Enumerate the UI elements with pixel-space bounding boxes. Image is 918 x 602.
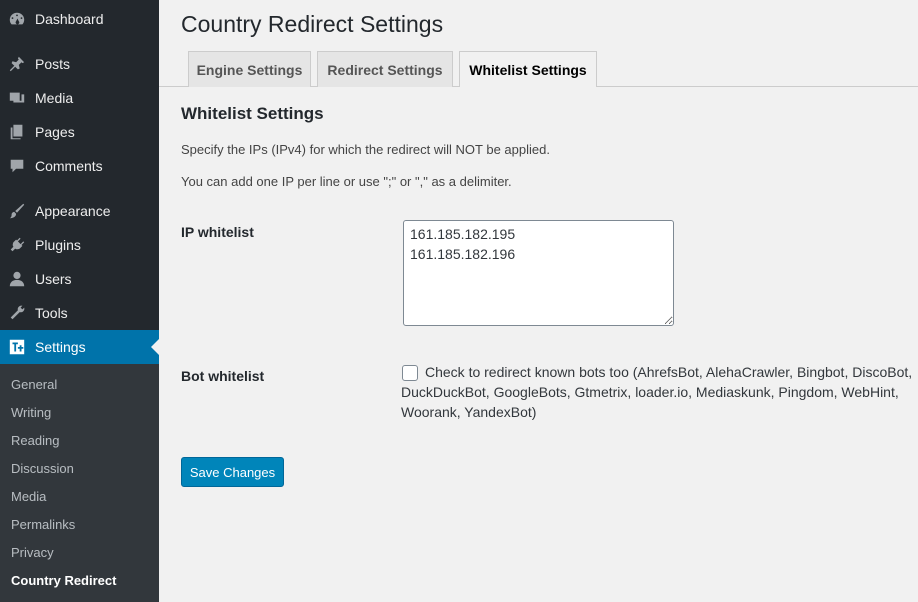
sidebar-item-plugins[interactable]: Plugins [0, 228, 159, 262]
sidebar-item-label: Dashboard [35, 11, 104, 27]
sidebar-item-dashboard[interactable]: Dashboard [0, 2, 159, 36]
submenu-item-reading[interactable]: Reading [11, 433, 59, 448]
submenu-item-writing[interactable]: Writing [11, 405, 51, 420]
sidebar-item-label: Appearance [35, 203, 111, 219]
submenu-item-country-redirect[interactable]: Country Redirect [11, 573, 116, 588]
media-icon [8, 89, 26, 107]
brush-icon [8, 202, 26, 220]
sidebar-item-comments[interactable]: Comments [0, 149, 159, 183]
bot-whitelist-checkbox-label[interactable]: Check to redirect known bots too (Ahrefs… [401, 362, 917, 422]
wrench-icon [8, 304, 26, 322]
sidebar-item-posts[interactable]: Posts [0, 47, 159, 81]
sidebar-item-tools[interactable]: Tools [0, 296, 159, 330]
admin-sidebar: Dashboard Posts Media Pages Comments App… [0, 0, 159, 602]
sidebar-item-label: Posts [35, 56, 71, 72]
plug-icon [8, 236, 26, 254]
sidebar-item-media[interactable]: Media [0, 81, 159, 115]
sidebar-item-label: Settings [35, 339, 86, 355]
tab-redirect-settings[interactable]: Redirect Settings [317, 51, 453, 87]
dashboard-icon [8, 10, 26, 28]
tab-engine-settings[interactable]: Engine Settings [188, 51, 311, 87]
sidebar-item-label: Users [35, 271, 72, 287]
save-changes-button[interactable]: Save Changes [181, 457, 284, 487]
sidebar-item-label: Tools [35, 305, 68, 321]
page-title: Country Redirect Settings [181, 11, 444, 37]
settings-icon [8, 338, 26, 356]
sidebar-item-label: Pages [35, 124, 75, 140]
sidebar-item-users[interactable]: Users [0, 262, 159, 296]
sidebar-item-settings[interactable]: Settings [0, 330, 159, 364]
sidebar-item-pages[interactable]: Pages [0, 115, 159, 149]
submenu-item-permalinks[interactable]: Permalinks [11, 517, 75, 532]
settings-submenu: General Writing Reading Discussion Media… [0, 364, 159, 602]
submenu-item-privacy[interactable]: Privacy [11, 545, 54, 560]
description-delimiter: You can add one IP per line or use ";" o… [181, 174, 512, 189]
tab-whitelist-settings[interactable]: Whitelist Settings [459, 51, 597, 87]
comment-icon [8, 157, 26, 175]
submenu-item-media[interactable]: Media [11, 489, 46, 504]
ip-whitelist-label: IP whitelist [181, 224, 254, 240]
submenu-item-general[interactable]: General [11, 377, 57, 392]
pin-icon [8, 55, 26, 73]
ip-whitelist-textarea[interactable]: 161.185.182.195 161.185.182.196 [403, 220, 674, 326]
pages-icon [8, 123, 26, 141]
sidebar-item-label: Media [35, 90, 74, 106]
section-heading: Whitelist Settings [181, 104, 324, 123]
description-ips: Specify the IPs (IPv4) for which the red… [181, 142, 550, 157]
sidebar-item-appearance[interactable]: Appearance [0, 194, 159, 228]
bot-whitelist-label: Bot whitelist [181, 368, 265, 384]
sidebar-item-label: Comments [35, 158, 103, 174]
user-icon [8, 270, 26, 288]
sidebar-item-label: Plugins [35, 237, 81, 253]
main-content: Country Redirect Settings Engine Setting… [159, 0, 918, 602]
submenu-item-discussion[interactable]: Discussion [11, 461, 74, 476]
